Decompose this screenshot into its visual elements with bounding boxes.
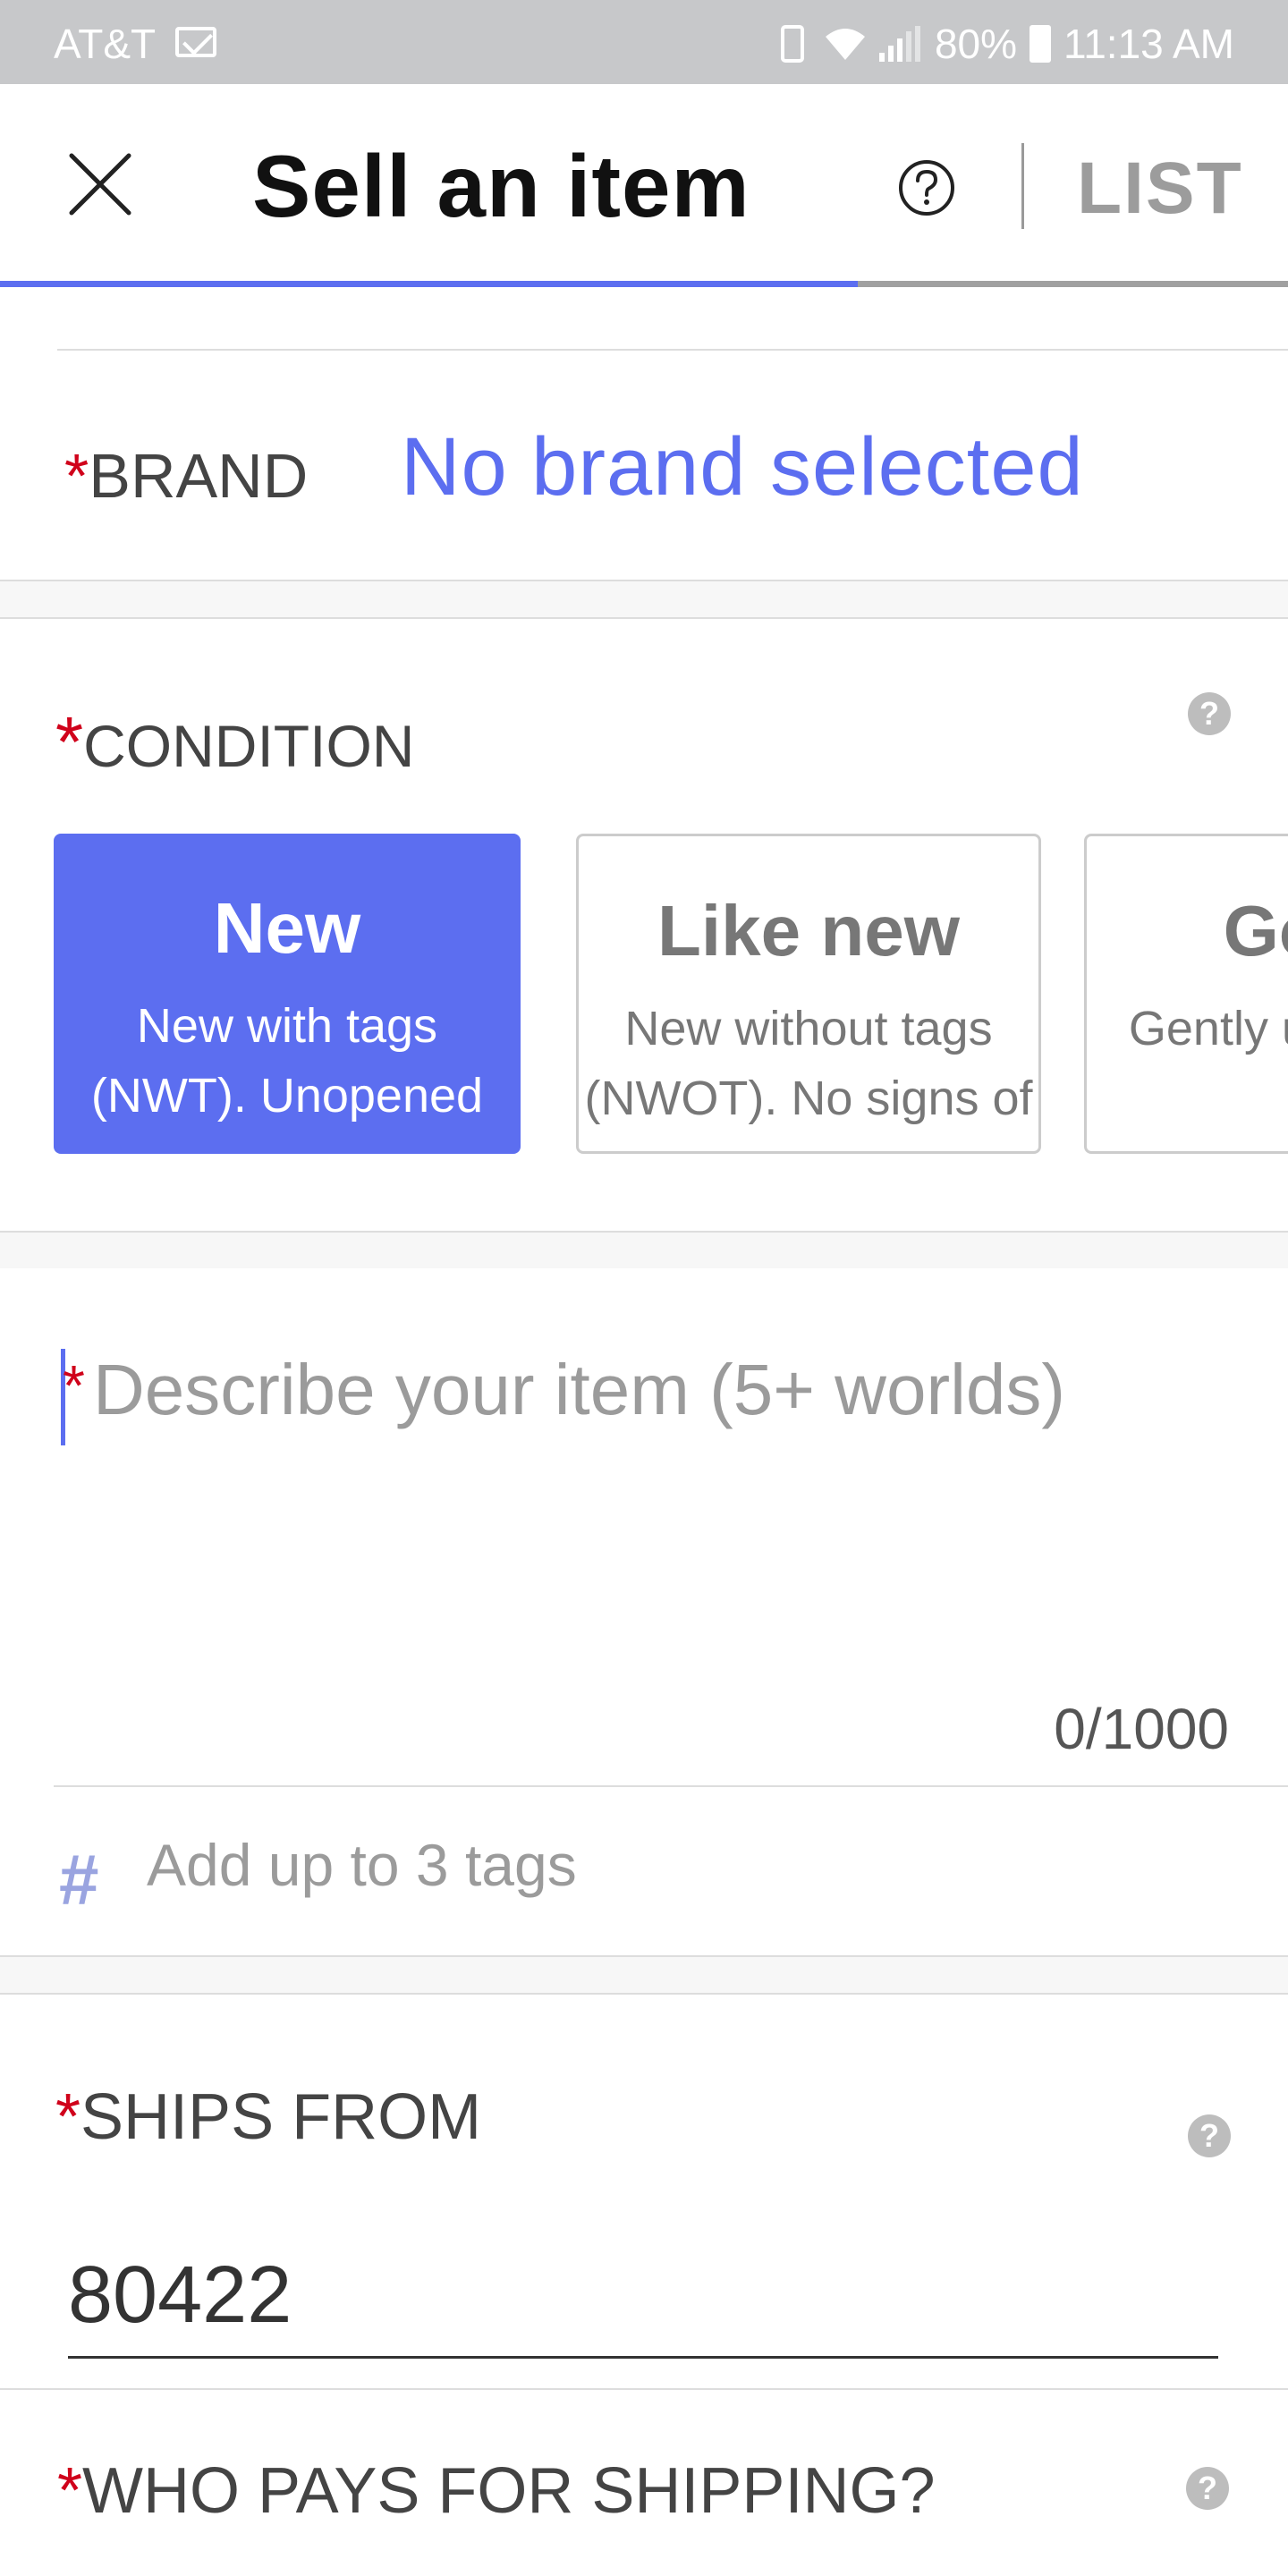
status-time: 11:13 AM	[1063, 21, 1234, 67]
divider	[54, 1785, 1288, 1787]
required-mark: *	[55, 2081, 81, 2153]
condition-option-description: New without tags (NWOT). No signs of	[584, 1002, 1033, 1125]
divider	[0, 1993, 1288, 1995]
brand-selector[interactable]: No brand selected	[401, 420, 1084, 514]
section-gap	[0, 1957, 1288, 1993]
who-pays-label-text: WHO PAYS FOR SHIPPING?	[82, 2455, 936, 2527]
required-mark: *	[55, 702, 84, 782]
carrier-name: AT&T	[54, 21, 157, 67]
condition-info-icon[interactable]: ?	[1188, 692, 1231, 735]
zip-code-input[interactable]	[68, 2250, 1218, 2340]
signal-icon	[878, 26, 922, 62]
page: AT&T 80% 11:13 AM Sell an item LIST *BRA…	[0, 0, 1288, 2576]
brand-label-text: BRAND	[89, 441, 309, 511]
progress-bar	[0, 281, 1288, 287]
status-bar: AT&T 80% 11:13 AM	[0, 0, 1288, 84]
header-divider	[1021, 143, 1024, 229]
mail-icon	[175, 27, 216, 57]
ships-from-info-icon[interactable]: ?	[1188, 2114, 1231, 2157]
divider	[57, 349, 1288, 351]
section-gap	[0, 581, 1288, 617]
brand-label: *BRAND	[64, 440, 308, 512]
status-right: 80% 11:13 AM	[780, 20, 1234, 68]
zip-underline	[68, 2356, 1218, 2359]
ships-from-label-text: SHIPS FROM	[80, 2081, 482, 2153]
progress-fill	[0, 281, 859, 287]
hashtag-icon: #	[59, 1840, 99, 1919]
app-header: Sell an item LIST	[0, 84, 1288, 287]
tags-input[interactable]	[147, 1825, 1220, 1905]
condition-label-text: CONDITION	[83, 713, 415, 779]
divider	[0, 2388, 1288, 2390]
required-mark: *	[64, 441, 89, 511]
close-icon[interactable]	[64, 148, 136, 220]
condition-option-like-new[interactable]: Like new New without tags (NWOT). No sig…	[576, 834, 1041, 1154]
section-gap	[0, 1233, 1288, 1268]
required-mark: *	[63, 1353, 85, 1418]
wifi-icon	[825, 29, 865, 60]
condition-option-title: New	[213, 888, 361, 968]
who-pays-label: *WHO PAYS FOR SHIPPING?	[57, 2454, 936, 2528]
battery-percent: 80%	[934, 21, 1018, 67]
list-button[interactable]: LIST	[1077, 147, 1243, 231]
divider	[0, 617, 1288, 619]
condition-option-title: Good	[1223, 891, 1288, 970]
help-icon[interactable]	[898, 159, 955, 216]
required-mark: *	[57, 2455, 83, 2527]
condition-option-new[interactable]: New New with tags (NWT). Unopened	[54, 834, 521, 1154]
condition-option-good[interactable]: Good Gently used. One	[1084, 834, 1288, 1154]
character-count: 0/1000	[1054, 1697, 1229, 1761]
who-pays-info-icon[interactable]: ?	[1186, 2467, 1229, 2510]
condition-option-description: Gently used. One	[1128, 1002, 1288, 1055]
condition-label: *CONDITION	[55, 701, 414, 784]
page-title: Sell an item	[252, 137, 750, 235]
description-input[interactable]	[93, 1349, 1238, 1707]
battery-icon	[1030, 25, 1052, 63]
condition-option-description: New with tags (NWT). Unopened	[90, 999, 484, 1123]
condition-option-title: Like new	[657, 891, 960, 970]
ships-from-label: *SHIPS FROM	[55, 2080, 481, 2154]
vibrate-icon	[780, 25, 804, 63]
